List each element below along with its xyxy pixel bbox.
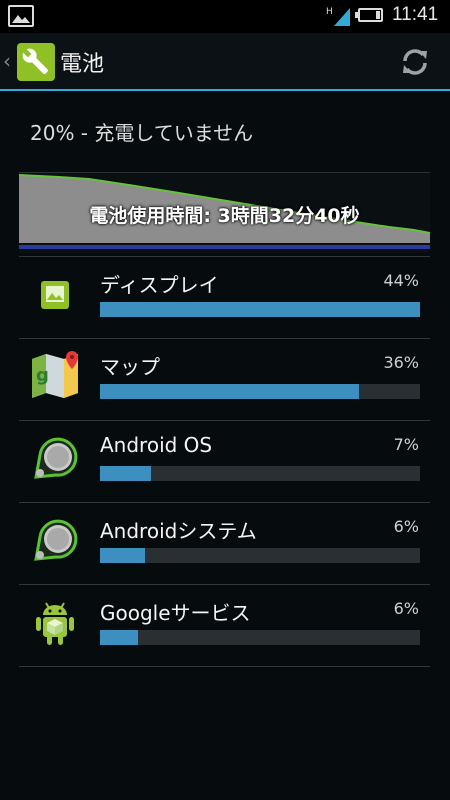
usage-bar (100, 630, 420, 645)
maps-icon: g (30, 351, 80, 401)
list-item-maps[interactable]: g マップ 36% (19, 339, 430, 421)
svg-text:g: g (36, 365, 49, 386)
app-name: ディスプレイ (100, 273, 219, 297)
usage-percent: 6% (393, 599, 419, 618)
display-icon (30, 269, 80, 319)
settings-wrench-icon[interactable] (17, 43, 55, 81)
usage-bar (100, 384, 420, 399)
google-services-icon (30, 597, 80, 647)
gallery-notification-icon (8, 5, 34, 27)
list-item-google-services[interactable]: Googleサービス 6% (19, 585, 430, 667)
usage-bar-fill (100, 466, 152, 481)
page-title: 電池 (60, 52, 105, 77)
usage-percent: 36% (383, 353, 419, 372)
android-os-icon (30, 433, 80, 483)
battery-status-summary: 20% - 充電していません (30, 121, 254, 145)
usage-bar-fill (100, 630, 139, 645)
network-type-label: H (326, 7, 333, 17)
usage-percent: 44% (383, 271, 419, 290)
app-name: Googleサービス (100, 601, 251, 625)
battery-history-graph[interactable]: 電池使用時間: 3時間32分40秒 (19, 172, 430, 253)
usage-bar-fill (100, 548, 145, 563)
android-system-icon (30, 515, 80, 565)
usage-bar (100, 466, 420, 481)
app-name: Android OS (100, 433, 213, 457)
refresh-icon[interactable] (400, 47, 430, 77)
back-arrow-icon[interactable]: ‹ (3, 49, 11, 73)
usage-bar (100, 548, 420, 563)
action-bar: ‹ 電池 (0, 33, 450, 89)
list-item-android-os[interactable]: Android OS 7% (19, 421, 430, 503)
usage-bar-fill (100, 302, 420, 317)
signal-icon: H (326, 7, 350, 26)
usage-bar-fill (100, 384, 360, 399)
battery-usage-list: ディスプレイ 44% g マップ 36% Android OS 7% Andro… (19, 256, 430, 667)
usage-percent: 6% (393, 517, 419, 536)
status-bar: H 11:41 (0, 0, 450, 33)
list-item-display[interactable]: ディスプレイ 44% (19, 256, 430, 339)
usage-percent: 7% (393, 435, 419, 454)
usage-bar (100, 302, 420, 317)
action-bar-divider (0, 89, 450, 91)
battery-icon (355, 8, 383, 22)
app-name: Androidシステム (100, 519, 257, 543)
app-name: マップ (100, 355, 160, 379)
battery-usage-time: 電池使用時間: 3時間32分40秒 (89, 205, 360, 227)
list-item-android-system[interactable]: Androidシステム 6% (19, 503, 430, 585)
status-time: 11:41 (392, 4, 439, 25)
